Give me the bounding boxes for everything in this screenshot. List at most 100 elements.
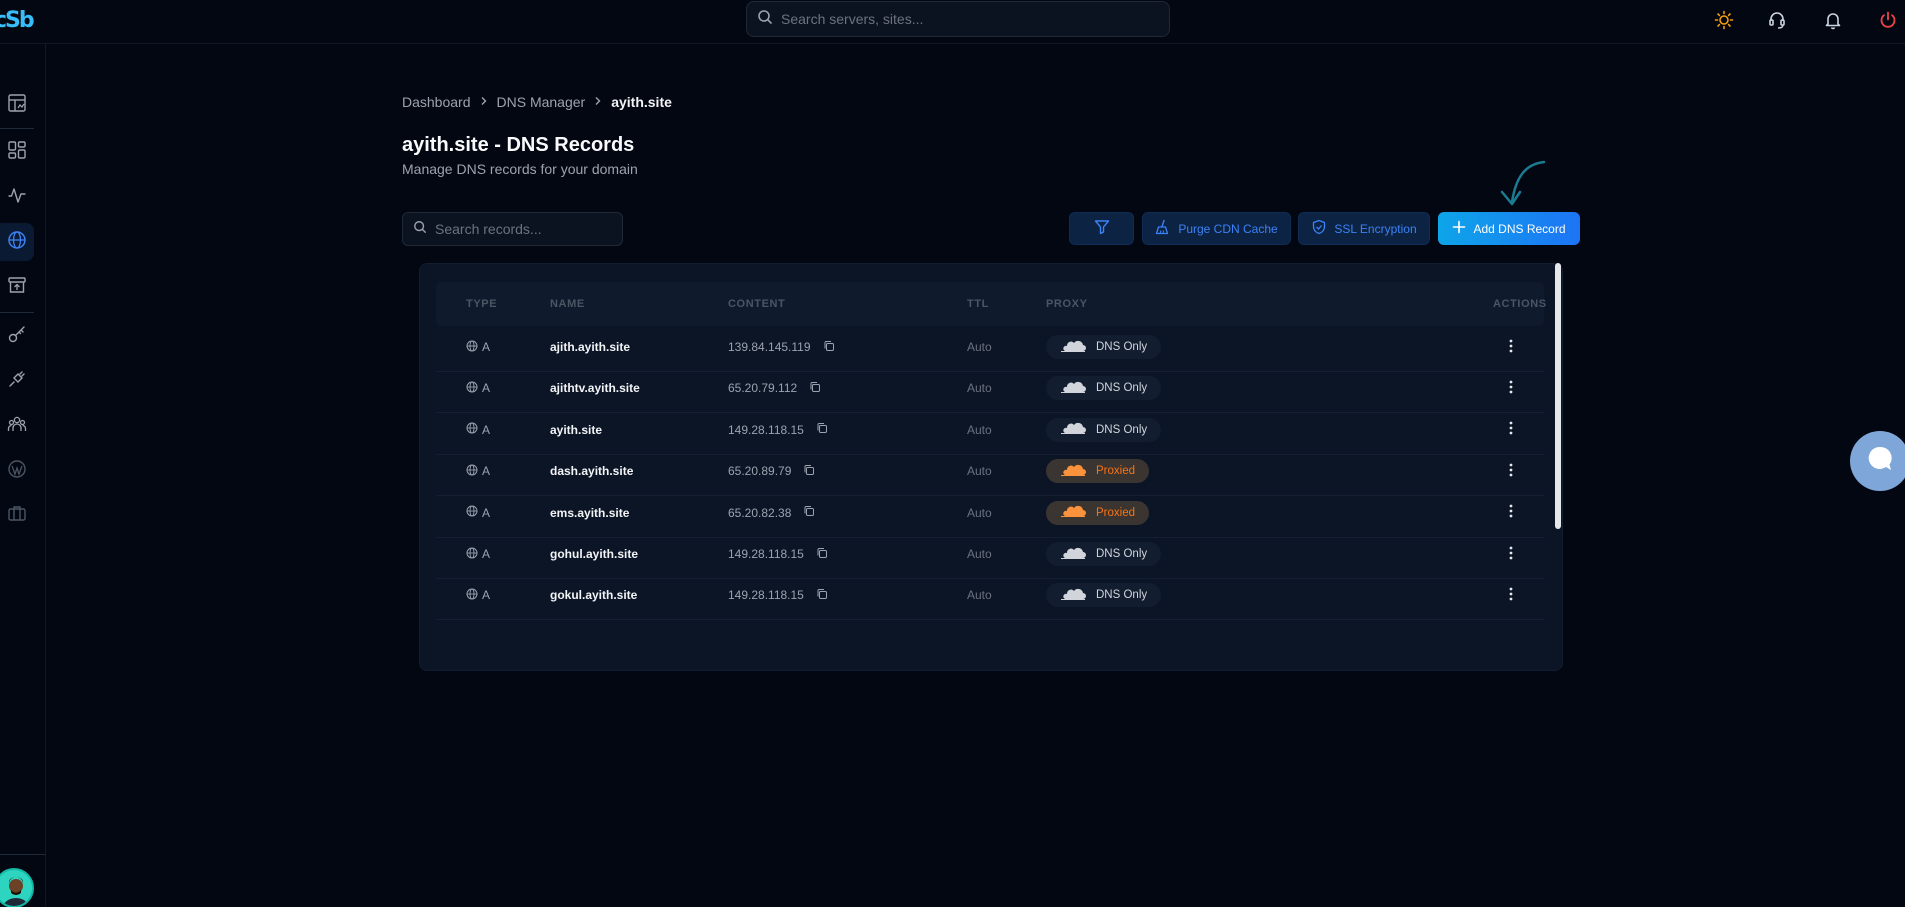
record-search-input[interactable] <box>435 221 615 237</box>
record-name: dash.ayith.site <box>550 464 634 479</box>
filter-button[interactable] <box>1069 212 1134 245</box>
more-vertical-icon[interactable] <box>1508 462 1514 481</box>
more-vertical-icon[interactable] <box>1508 503 1514 522</box>
breadcrumb-dashboard[interactable]: Dashboard <box>402 94 471 110</box>
record-content: 149.28.118.15 <box>728 588 804 603</box>
power-icon[interactable] <box>1876 8 1900 32</box>
proxy-status-toggle[interactable]: DNS Only <box>1046 542 1162 566</box>
wordpress-icon <box>7 459 27 484</box>
sidebar-item-wordpress[interactable] <box>0 452 34 490</box>
sidebar-item-team[interactable] <box>0 407 34 445</box>
hint-arrow-icon <box>1500 160 1546 206</box>
record-content: 65.20.82.38 <box>728 505 792 520</box>
sidebar-item-integrations[interactable] <box>0 362 34 400</box>
chevron-right-icon <box>479 95 489 109</box>
record-content: 149.28.118.15 <box>728 547 804 561</box>
record-type: A <box>482 547 491 561</box>
proxy-status-toggle[interactable]: Proxied <box>1046 500 1149 525</box>
more-vertical-icon[interactable] <box>1508 545 1514 564</box>
cloud-icon <box>1060 587 1086 604</box>
key-icon <box>7 324 27 349</box>
sidebar-item-briefcase[interactable] <box>0 496 34 534</box>
avatar[interactable] <box>0 868 34 907</box>
record-type: A <box>482 588 491 603</box>
record-ttl: Auto <box>967 422 992 437</box>
record-content: 139.84.145.119 <box>728 340 811 354</box>
copy-icon[interactable] <box>816 588 828 603</box>
cloud-icon <box>1060 380 1086 397</box>
copy-icon[interactable] <box>816 422 828 437</box>
record-name: gokul.ayith.site <box>550 588 638 603</box>
record-name: gohul.ayith.site <box>550 547 639 561</box>
proxy-status-label: Proxied <box>1096 465 1135 478</box>
content-cell: 149.28.118.15 <box>728 570 828 620</box>
globe-icon <box>466 340 478 355</box>
table-row[interactable]: A gokul.ayith.site 149.28.118.15 Auto DN… <box>436 570 1544 621</box>
actions-cell <box>1496 570 1526 620</box>
ttl-cell: Auto <box>967 570 992 620</box>
search-icon <box>757 9 773 30</box>
sidebar-item-dashboard[interactable] <box>0 86 34 124</box>
globe-icon <box>466 422 478 437</box>
activity-icon <box>7 185 27 210</box>
cloud-icon <box>1060 504 1086 521</box>
record-type: A <box>482 340 491 354</box>
type-cell: A <box>466 570 490 620</box>
purge-cdn-button[interactable]: Purge CDN Cache <box>1142 212 1291 245</box>
proxy-status-toggle[interactable]: DNS Only <box>1046 417 1162 442</box>
storage-icon <box>7 275 27 300</box>
breadcrumb-dns-manager[interactable]: DNS Manager <box>497 94 586 110</box>
sidebar-item-apps[interactable] <box>0 133 34 171</box>
more-vertical-icon[interactable] <box>1508 586 1514 605</box>
copy-icon[interactable] <box>803 505 815 520</box>
record-search[interactable] <box>402 212 623 246</box>
more-vertical-icon[interactable] <box>1508 379 1514 398</box>
record-content: 149.28.118.15 <box>728 422 804 437</box>
app-logo[interactable]: cSb <box>0 8 38 36</box>
sidebar-item-storage[interactable] <box>0 268 34 306</box>
briefcase-icon <box>7 503 27 528</box>
ssl-encryption-button[interactable]: SSL Encryption <box>1298 212 1430 245</box>
proxy-status-label: DNS Only <box>1096 423 1148 436</box>
search-icon <box>413 220 427 239</box>
breadcrumb-current: ayith.site <box>611 94 672 110</box>
global-search-input[interactable] <box>781 11 1141 27</box>
proxy-status-label: DNS Only <box>1096 382 1148 395</box>
copy-icon[interactable] <box>816 547 828 562</box>
cloud-icon <box>1060 463 1086 480</box>
copy-icon[interactable] <box>803 464 815 479</box>
record-ttl: Auto <box>967 547 992 561</box>
filter-icon <box>1094 219 1110 238</box>
column-header-proxy: PROXY <box>1046 298 1088 310</box>
dashboard-icon <box>7 93 27 118</box>
record-content: 65.20.79.112 <box>728 381 798 396</box>
globe-icon <box>466 588 478 603</box>
globe-icon <box>466 381 478 396</box>
record-content: 65.20.89.79 <box>728 464 792 479</box>
proxy-status-toggle[interactable]: Proxied <box>1046 459 1149 484</box>
column-header-ttl: TTL <box>967 298 989 310</box>
global-search[interactable] <box>746 1 1170 37</box>
cloud-icon <box>1060 421 1086 438</box>
sidebar-item-activity[interactable] <box>0 178 34 216</box>
sidebar-item-keys[interactable] <box>0 317 34 355</box>
chat-widget-button[interactable] <box>1850 431 1905 491</box>
chat-icon <box>1865 444 1895 479</box>
proxy-status-toggle[interactable]: DNS Only <box>1046 376 1162 401</box>
copy-icon[interactable] <box>809 381 821 396</box>
sun-icon[interactable] <box>1712 8 1736 32</box>
proxy-status-toggle[interactable]: DNS Only <box>1046 583 1162 608</box>
proxy-cell: DNS Only <box>1046 570 1162 620</box>
copy-icon[interactable] <box>823 340 835 355</box>
add-dns-record-button[interactable]: Add DNS Record <box>1438 212 1580 245</box>
more-vertical-icon[interactable] <box>1508 420 1514 439</box>
dns-records-table: TYPE NAME CONTENT TTL PROXY ACTIONS A aj… <box>419 263 1563 671</box>
headset-icon[interactable] <box>1765 8 1789 32</box>
sidebar-item-dns[interactable] <box>0 223 34 261</box>
more-vertical-icon[interactable] <box>1508 338 1514 357</box>
record-ttl: Auto <box>967 340 992 354</box>
table-header: TYPE NAME CONTENT TTL PROXY ACTIONS <box>436 282 1546 326</box>
table-scrollbar[interactable] <box>1555 263 1561 529</box>
proxy-status-toggle[interactable]: DNS Only <box>1046 335 1162 359</box>
bell-icon[interactable] <box>1821 8 1845 32</box>
